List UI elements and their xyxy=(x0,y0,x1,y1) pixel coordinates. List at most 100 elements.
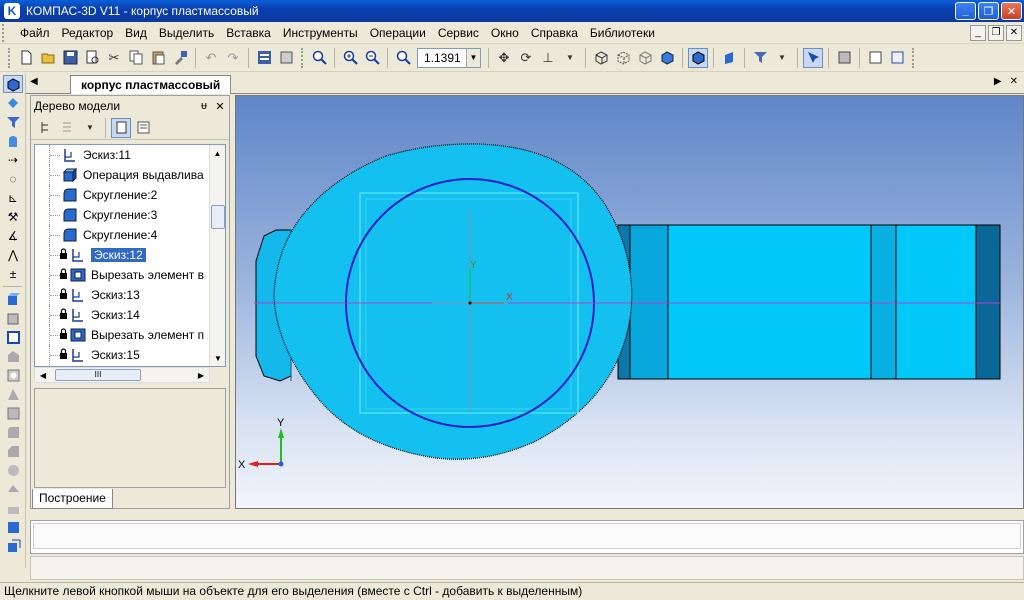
tree-item[interactable]: Эскиз:14 xyxy=(35,305,225,325)
parameters-icon[interactable]: ± xyxy=(3,265,23,283)
doc-close-button[interactable]: ✕ xyxy=(1006,24,1022,41)
kinematic-tool-icon[interactable] xyxy=(3,328,23,346)
sketch-tool-icon[interactable] xyxy=(3,537,23,555)
minimize-button[interactable]: _ xyxy=(955,2,976,20)
surfaces-icon[interactable] xyxy=(3,132,23,150)
hole-tool-icon[interactable] xyxy=(3,366,23,384)
pin-icon[interactable]: ᵾ xyxy=(197,100,211,112)
menu-operations[interactable]: Операции xyxy=(364,24,432,42)
shaded-edges-icon[interactable] xyxy=(688,47,708,68)
menu-service[interactable]: Сервис xyxy=(432,24,485,42)
toolbar-grip[interactable] xyxy=(301,47,304,68)
scroll-down-icon[interactable]: ▼ xyxy=(210,350,225,366)
save-icon[interactable] xyxy=(60,48,80,68)
orientation-icon[interactable]: ⊥ xyxy=(538,48,558,68)
thin-hidden-icon[interactable] xyxy=(635,48,655,68)
zoom-in-icon[interactable] xyxy=(340,48,360,68)
menu-view[interactable]: Вид xyxy=(119,24,153,42)
tab-scroll-right-icon[interactable]: ▶ xyxy=(994,76,1002,87)
undo-icon[interactable]: ↶ xyxy=(201,48,221,68)
chevron-down-icon[interactable]: ▼ xyxy=(466,48,480,67)
mirror-tool-icon[interactable] xyxy=(3,518,23,536)
menu-libraries[interactable]: Библиотеки xyxy=(584,24,661,42)
zoom-scale-icon[interactable] xyxy=(393,48,413,68)
tree-list-icon[interactable] xyxy=(133,118,153,138)
new-file-icon[interactable] xyxy=(16,48,36,68)
menu-grip[interactable] xyxy=(2,23,14,42)
tree-sort-icon[interactable] xyxy=(58,118,78,138)
redo-icon[interactable]: ↷ xyxy=(223,48,243,68)
tree-view-icon[interactable] xyxy=(111,117,131,138)
tree-item[interactable]: Операция выдавлива xyxy=(35,165,225,185)
print-preview-icon[interactable] xyxy=(82,48,102,68)
menu-help[interactable]: Справка xyxy=(525,24,584,42)
tree-item[interactable]: Скругление:2 xyxy=(35,185,225,205)
menu-select[interactable]: Выделить xyxy=(153,24,220,42)
variables-icon[interactable] xyxy=(865,48,885,68)
tab-construction[interactable]: Построение xyxy=(32,489,113,509)
fillet-tool-icon[interactable] xyxy=(3,423,23,441)
library-manager-icon[interactable] xyxy=(834,48,854,68)
format-brush-icon[interactable] xyxy=(170,48,190,68)
scroll-up-icon[interactable]: ▲ xyxy=(210,145,225,161)
loft-tool-icon[interactable] xyxy=(3,347,23,365)
tree-item[interactable]: Скругление:4 xyxy=(35,225,225,245)
copy-icon[interactable] xyxy=(126,48,146,68)
aux-geometry-icon[interactable]: ◌ xyxy=(3,170,23,188)
wireframe-icon[interactable] xyxy=(591,48,611,68)
tree-item[interactable]: Вырезать элемент в xyxy=(35,265,225,285)
tree-item[interactable]: Скругление:3 xyxy=(35,205,225,225)
draft-tool-icon[interactable] xyxy=(3,461,23,479)
chamfer-tool-icon[interactable] xyxy=(3,442,23,460)
shell-tool-icon[interactable] xyxy=(3,404,23,422)
extrude-tool-icon[interactable] xyxy=(3,290,23,308)
select-mode-icon[interactable] xyxy=(803,47,823,68)
tree-item[interactable]: Эскиз:11 xyxy=(35,145,225,165)
open-folder-icon[interactable] xyxy=(38,48,58,68)
menu-insert[interactable]: Вставка xyxy=(220,24,277,42)
toolbar-grip[interactable] xyxy=(912,47,915,68)
properties-icon[interactable] xyxy=(254,48,274,68)
tree-item[interactable]: Вырезать элемент п xyxy=(35,325,225,345)
menu-window[interactable]: Окно xyxy=(485,24,525,42)
filter-icon[interactable] xyxy=(750,48,770,68)
tree-structure-icon[interactable] xyxy=(36,118,56,138)
toolbar-grip[interactable] xyxy=(8,47,11,68)
shaded-icon[interactable] xyxy=(657,48,677,68)
doc-restore-button[interactable]: ❐ xyxy=(988,24,1004,41)
arrays-icon[interactable]: ⇢ xyxy=(3,151,23,169)
tab-close-icon[interactable]: ✕ xyxy=(1010,76,1018,87)
tree-vertical-scrollbar[interactable]: ▲ ▼ xyxy=(209,145,225,366)
filter-dropdown-icon[interactable]: ▼ xyxy=(772,48,792,68)
tab-scroll-left-icon[interactable]: ◀ xyxy=(30,76,38,87)
filter-objects-icon[interactable] xyxy=(3,113,23,131)
tree-horizontal-scrollbar[interactable]: ◀ III ▶ xyxy=(34,367,210,383)
doc-minimize-button[interactable]: _ xyxy=(970,24,986,41)
menu-tools[interactable]: Инструменты xyxy=(277,24,364,42)
measure-icon[interactable]: ⚒ xyxy=(3,208,23,226)
tab-document[interactable]: корпус пластмассовый xyxy=(70,75,232,94)
paste-icon[interactable] xyxy=(148,48,168,68)
hidden-lines-icon[interactable] xyxy=(613,48,633,68)
tree-sort-dropdown-icon[interactable]: ▼ xyxy=(80,118,100,138)
zoom-frame-icon[interactable] xyxy=(309,48,329,68)
editing-details-icon[interactable] xyxy=(3,75,23,93)
thread-tool-icon[interactable] xyxy=(3,499,23,517)
close-button[interactable]: ✕ xyxy=(1001,2,1022,20)
zoom-combobox[interactable]: 1.1391 ▼ xyxy=(417,47,481,68)
tree-item[interactable]: Эскиз:12 xyxy=(35,245,225,265)
rib-tool-icon[interactable] xyxy=(3,385,23,403)
model-view-canvas[interactable]: Y X Y X xyxy=(236,96,1024,509)
dimensions-icon[interactable]: ⊾ xyxy=(3,189,23,207)
pan-icon[interactable]: ✥ xyxy=(494,48,514,68)
cut-scissors-icon[interactable]: ✂ xyxy=(104,48,124,68)
close-icon[interactable]: ✕ xyxy=(213,100,227,113)
orientation-dropdown-icon[interactable]: ▼ xyxy=(560,48,580,68)
perspective-icon[interactable] xyxy=(719,48,739,68)
zoom-value[interactable]: 1.1391 xyxy=(418,51,466,65)
rebuild-icon[interactable] xyxy=(887,48,907,68)
scroll-left-icon[interactable]: ◀ xyxy=(35,368,51,382)
sheet-metal-icon[interactable]: ⋀ xyxy=(3,246,23,264)
rotation-tool-icon[interactable] xyxy=(3,309,23,327)
scroll-right-icon[interactable]: ▶ xyxy=(193,368,209,382)
